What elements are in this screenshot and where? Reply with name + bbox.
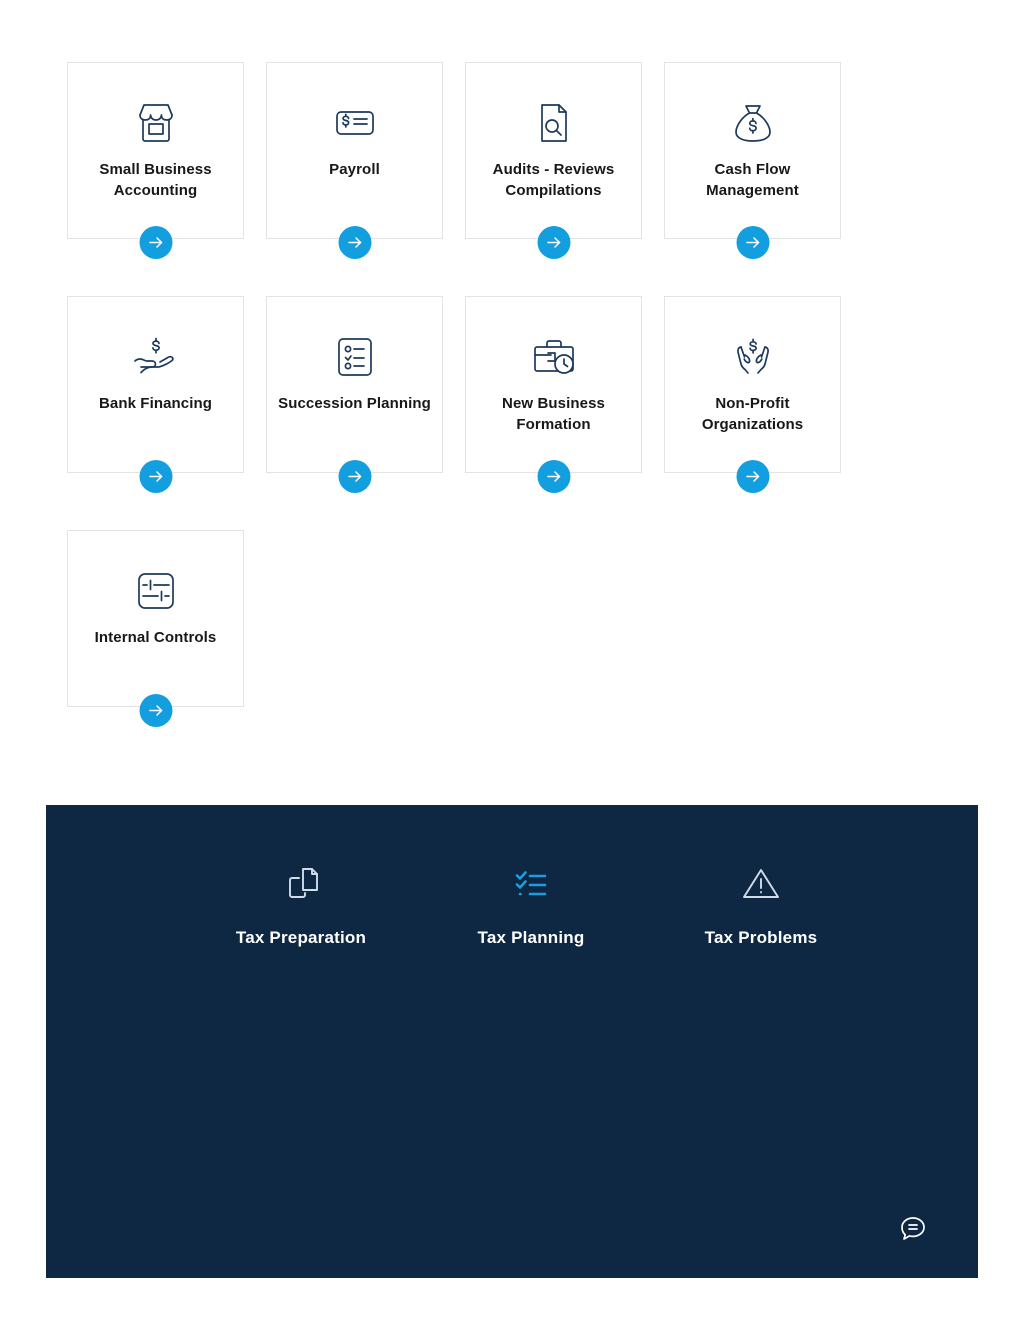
service-card-title: Cash Flow Management [706,161,799,199]
tax-item-title: Tax Planning [477,928,585,947]
checklist-icon [327,329,383,385]
tax-item-title: Tax Problems [704,928,818,947]
tax-services-panel: Tax Preparation Tax Planning Tax Problem… [46,805,978,1278]
service-card-title: Payroll [329,161,380,178]
tax-services-list: Tax Preparation Tax Planning Tax Problem… [186,860,876,948]
service-card-bank-financing[interactable]: Bank Financing [67,296,244,493]
tax-item-tax-planning[interactable]: Tax Planning [416,860,646,948]
document-search-icon [526,95,582,151]
service-card-arrow-button[interactable] [736,460,769,493]
hands-dollar-icon [725,329,781,385]
storefront-icon [128,95,184,151]
service-card-cash-flow-management[interactable]: Cash Flow Management [664,62,841,259]
service-card-arrow-button[interactable] [338,226,371,259]
paycheck-icon [327,95,383,151]
service-card-arrow-button[interactable] [139,226,172,259]
service-card-title: New Business Formation [502,395,605,433]
chat-bubble-icon[interactable] [896,1212,930,1246]
service-card-title: Succession Planning [278,395,431,412]
service-card-title: Small Business Accounting [99,161,212,199]
services-row: Internal Controls [67,530,867,727]
copy-documents-icon [279,860,323,908]
service-card-arrow-button[interactable] [338,460,371,493]
service-card-title: Bank Financing [98,395,213,412]
service-card-succession-planning[interactable]: Succession Planning [266,296,443,493]
service-card-internal-controls[interactable]: Internal Controls [67,530,244,727]
service-card-arrow-button[interactable] [537,460,570,493]
checklist-blue-icon [509,860,553,908]
service-card-arrow-button[interactable] [139,460,172,493]
service-card-audits-reviews-compilations[interactable]: Audits - Reviews Compilations [465,62,642,259]
service-card-new-business-formation[interactable]: New Business Formation [465,296,642,493]
warning-triangle-icon [739,860,783,908]
service-card-arrow-button[interactable] [736,226,769,259]
service-card-arrow-button[interactable] [537,226,570,259]
briefcase-clock-icon [526,329,582,385]
services-row: Small Business Accounting Payroll Audits… [67,62,867,259]
sliders-icon [128,563,184,619]
service-card-payroll[interactable]: Payroll [266,62,443,259]
tax-item-tax-problems[interactable]: Tax Problems [646,860,876,948]
services-grid: Small Business Accounting Payroll Audits… [67,62,867,764]
service-card-small-business-accounting[interactable]: Small Business Accounting [67,62,244,259]
service-card-title: Audits - Reviews Compilations [492,161,615,199]
money-bag-icon [725,95,781,151]
service-card-non-profit-organizations[interactable]: Non-Profit Organizations [664,296,841,493]
service-card-title: Internal Controls [94,629,217,646]
service-card-arrow-button[interactable] [139,694,172,727]
tax-item-title: Tax Preparation [235,928,367,947]
hand-dollar-icon [128,329,184,385]
services-row: Bank Financing Succession Planning New B… [67,296,867,493]
tax-item-tax-preparation[interactable]: Tax Preparation [186,860,416,948]
service-card-title: Non-Profit Organizations [701,395,804,433]
